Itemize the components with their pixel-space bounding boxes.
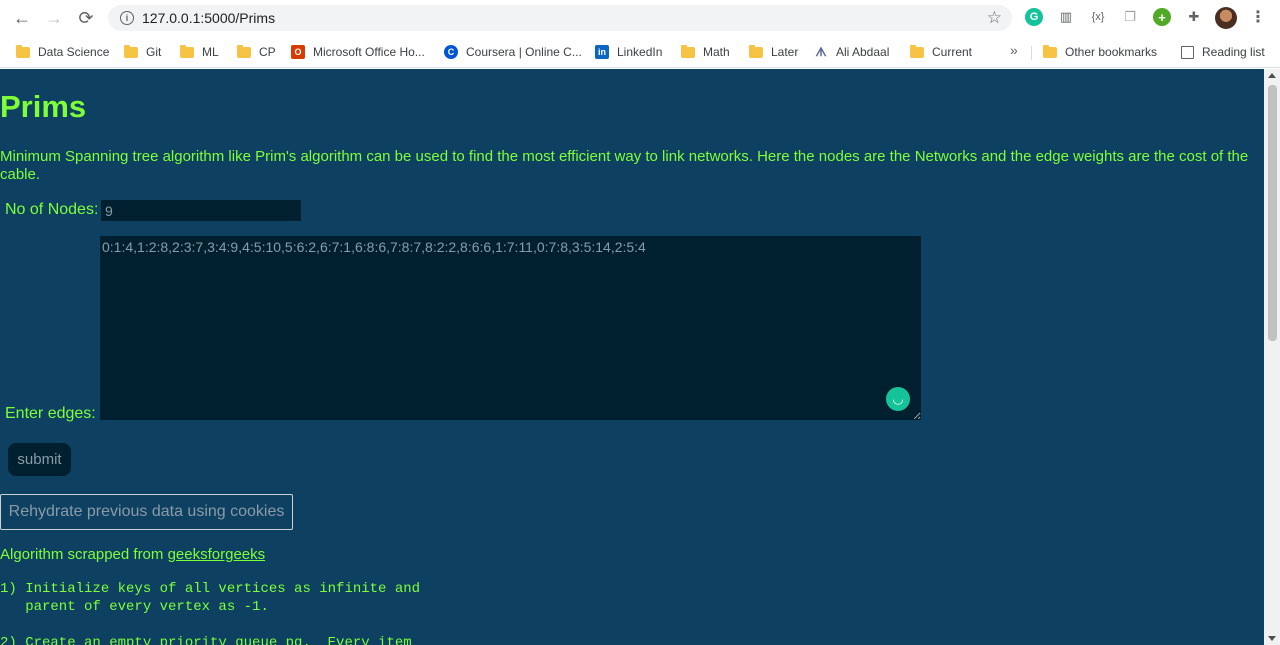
forward-arrow-icon[interactable]: → <box>38 2 70 34</box>
folder-icon <box>910 44 924 58</box>
bookmark-ali-abdaal[interactable]: ᗑ Ali Abdaal <box>814 42 889 62</box>
scroll-up-arrow-icon[interactable] <box>1268 73 1276 78</box>
nodes-input[interactable] <box>101 200 301 221</box>
algorithm-source-text: Algorithm scrapped from <box>0 546 168 563</box>
reading-list-icon <box>1181 45 1194 59</box>
folder-icon <box>16 44 30 58</box>
bookmark-later[interactable]: Later <box>749 42 798 62</box>
edges-label: Enter edges: <box>5 405 96 422</box>
bookmark-star-icon[interactable]: ☆ <box>987 8 1002 28</box>
browser-menu-icon[interactable]: ⋮ <box>1249 8 1267 26</box>
folder-icon <box>749 44 763 58</box>
folder-icon <box>681 44 695 58</box>
bookmark-coursera[interactable]: C Coursera | Online C... <box>444 42 582 62</box>
page-scrollbar[interactable] <box>1264 69 1280 645</box>
code-extension-icon[interactable]: {x} <box>1089 8 1107 26</box>
rehydrate-button[interactable]: Rehydrate previous data using cookies <box>0 494 293 530</box>
bookmark-ml[interactable]: ML <box>180 42 219 62</box>
url-text[interactable]: 127.0.0.1:5000/Prims <box>142 10 275 26</box>
algorithm-source: Algorithm scrapped from geeksforgeeks <box>0 546 265 563</box>
bookmark-linkedin[interactable]: in LinkedIn <box>595 42 662 62</box>
extensions-puzzle-icon[interactable]: ✚ <box>1185 8 1203 26</box>
bookmark-git[interactable]: Git <box>124 42 161 62</box>
bookmark-math[interactable]: Math <box>681 42 730 62</box>
bookmarks-divider <box>1031 46 1032 60</box>
page-content: Prims Minimum Spanning tree algorithm li… <box>0 69 1264 645</box>
copy-extension-icon[interactable]: ❐ <box>1121 8 1139 26</box>
folder-icon <box>180 44 194 58</box>
office-icon: O <box>291 45 305 59</box>
bookmarks-bar: Data Science Git ML CP O Microsoft Office… <box>0 36 1280 68</box>
bookmark-cp[interactable]: CP <box>237 42 276 62</box>
back-arrow-icon[interactable]: ← <box>6 2 38 34</box>
site-info-icon[interactable]: i <box>120 11 134 25</box>
bookmark-data-science[interactable]: Data Science <box>16 42 109 62</box>
linkedin-icon: in <box>595 45 609 59</box>
reading-list-button[interactable]: Reading list <box>1181 42 1265 62</box>
folder-icon <box>1043 44 1057 58</box>
reload-icon[interactable]: ⟳ <box>70 2 102 34</box>
grammarly-badge-icon[interactable]: ◡ <box>886 387 910 411</box>
bookmark-other-bookmarks[interactable]: Other bookmarks <box>1043 42 1157 62</box>
folder-icon <box>124 44 138 58</box>
address-bar[interactable]: i 127.0.0.1:5000/Prims ☆ <box>108 5 1012 31</box>
bookmark-current[interactable]: Current <box>910 42 972 62</box>
coursera-icon: C <box>444 45 458 59</box>
folder-icon <box>237 44 251 58</box>
profile-avatar[interactable] <box>1215 7 1237 29</box>
page-description: Minimum Spanning tree algorithm like Pri… <box>0 148 1249 183</box>
submit-button[interactable]: submit <box>8 443 71 476</box>
nodes-label: No of Nodes: <box>5 201 99 218</box>
ali-abdaal-icon: ᗑ <box>815 44 827 59</box>
notebook-extension-icon[interactable]: ▥ <box>1057 8 1075 26</box>
bookmark-microsoft-office[interactable]: O Microsoft Office Ho... <box>291 42 425 62</box>
plus-extension-icon[interactable]: + <box>1153 8 1171 26</box>
edges-textarea[interactable]: 0:1:4,1:2:8,2:3:7,3:4:9,4:5:10,5:6:2,6:7… <box>100 236 921 420</box>
grammarly-extension-icon[interactable]: G <box>1025 8 1043 26</box>
algorithm-steps: 1) Initialize keys of all vertices as in… <box>0 581 421 645</box>
page-title: Prims <box>0 89 87 124</box>
browser-toolbar: ← → ⟳ i 127.0.0.1:5000/Prims ☆ G ▥ {x} ❐… <box>0 0 1280 36</box>
geeksforgeeks-link[interactable]: geeksforgeeks <box>168 546 266 563</box>
scrollbar-thumb[interactable] <box>1268 85 1277 341</box>
bookmarks-overflow-chevron[interactable]: » <box>1010 42 1018 58</box>
scroll-down-arrow-icon[interactable] <box>1268 636 1276 641</box>
